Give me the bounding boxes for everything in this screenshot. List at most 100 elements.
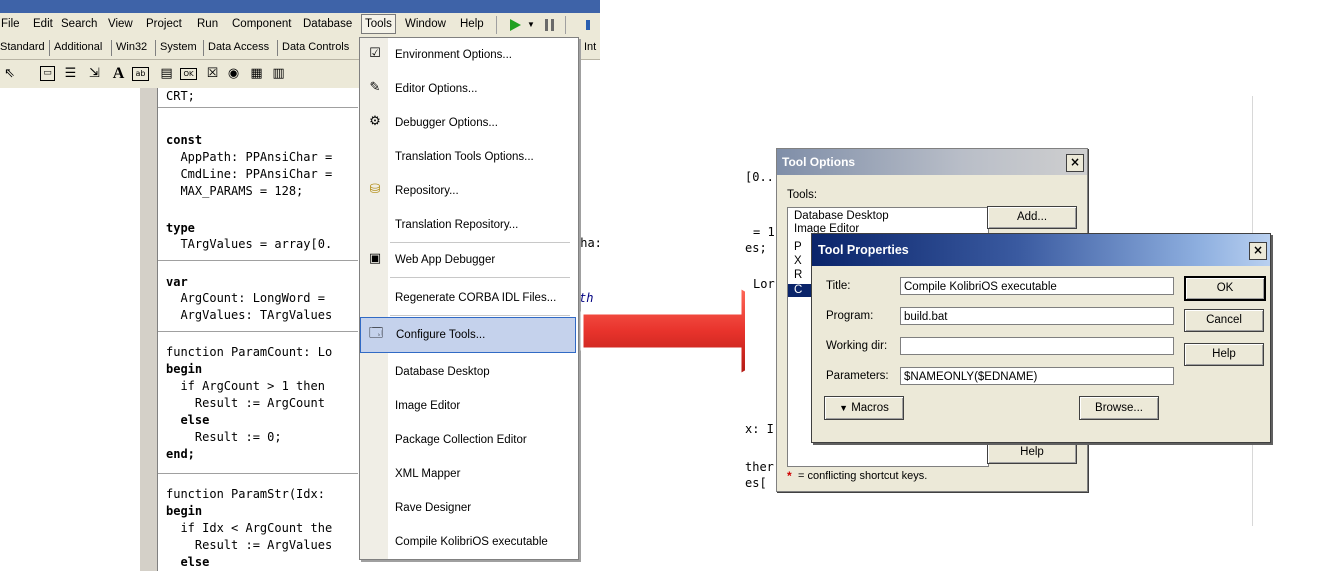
pointer-icon[interactable]: ⇖ xyxy=(1,65,18,82)
code-line: if ArgCount > 1 then xyxy=(166,379,325,393)
popup-menu-icon[interactable]: ⇲ xyxy=(86,65,103,82)
menu-item-debugger-options[interactable]: ⚙ Debugger Options... xyxy=(360,106,576,140)
code-line: else xyxy=(166,413,210,427)
menu-item-translation-repository[interactable]: Translation Repository... xyxy=(360,208,576,242)
repository-icon: ⛁ xyxy=(369,182,381,197)
environment-options-icon: ☑ xyxy=(369,46,381,61)
menu-item-web-app-debugger[interactable]: ▣ Web App Debugger xyxy=(360,243,576,277)
code-peek: Lor xyxy=(753,277,775,291)
ide-menubar: File Edit Search View Project Run Compon… xyxy=(0,13,600,38)
web-app-debugger-icon: ▣ xyxy=(368,251,382,266)
menu-item-database-desktop[interactable]: Database Desktop xyxy=(360,355,576,389)
menu-item-package-collection-editor[interactable]: Package Collection Editor xyxy=(360,423,576,457)
menu-view[interactable]: View xyxy=(108,18,133,30)
cancel-button[interactable]: Cancel xyxy=(1184,309,1264,332)
code-line: function ParamStr(Idx: xyxy=(166,487,325,501)
parameters-field[interactable]: $NAMEONLY($EDNAME) xyxy=(900,367,1174,385)
menu-item-label: Translation Repository... xyxy=(395,219,519,231)
menu-item-configure-tools[interactable]: 🗔 Configure Tools... xyxy=(360,317,576,353)
menu-item-label: Regenerate CORBA IDL Files... xyxy=(395,292,557,304)
tab-data-controls[interactable]: Data Controls xyxy=(282,41,349,53)
menu-search[interactable]: Search xyxy=(61,18,97,30)
tab-additional[interactable]: Additional xyxy=(54,41,102,53)
menu-item-translation-tools-options[interactable]: Translation Tools Options... xyxy=(360,140,576,174)
combobox-icon[interactable]: ▥ xyxy=(270,65,287,82)
ide-titlebar xyxy=(0,0,600,13)
tab-data-access[interactable]: Data Access xyxy=(208,41,269,53)
close-icon[interactable]: × xyxy=(1249,242,1267,260)
browse-button[interactable]: Browse... xyxy=(1079,396,1159,420)
menu-item-compile-kolibrios[interactable]: Compile KolibriOS executable xyxy=(360,525,576,559)
add-button[interactable]: Add... xyxy=(987,206,1077,229)
editor-gutter xyxy=(140,88,158,571)
tab-divider xyxy=(49,40,50,56)
macros-button[interactable]: ▼ Macros xyxy=(824,396,904,420)
run-dropdown-icon[interactable]: ▼ xyxy=(527,20,535,29)
menu-item-regenerate-corba-idl[interactable]: Regenerate CORBA IDL Files... xyxy=(360,281,576,315)
conflict-legend: = conflicting shortcut keys. xyxy=(798,470,928,482)
program-field[interactable]: build.bat xyxy=(900,307,1174,325)
menu-help[interactable]: Help xyxy=(460,18,484,30)
menu-database[interactable]: Database xyxy=(303,18,352,30)
tab-internet-partial[interactable]: Int xyxy=(584,41,596,53)
code-line: begin xyxy=(166,362,203,376)
code-line: Result := 0; xyxy=(166,430,282,444)
menu-item-label: Editor Options... xyxy=(395,83,478,95)
list-item[interactable]: X xyxy=(794,255,802,268)
code-line: Result := ArgCount xyxy=(166,396,325,410)
frame-icon[interactable]: ▭ xyxy=(40,66,55,81)
chevron-down-icon: ▼ xyxy=(839,403,848,413)
menu-edit[interactable]: Edit xyxy=(33,18,53,30)
code-line: begin xyxy=(166,504,203,518)
list-item[interactable]: Database Desktop xyxy=(794,210,889,223)
memo-icon[interactable]: ▤ xyxy=(158,65,175,82)
menu-item-rave-designer[interactable]: Rave Designer xyxy=(360,491,576,525)
tab-divider xyxy=(203,40,204,56)
code-line: TArgValues = array[0. xyxy=(166,237,333,251)
title-field[interactable]: Compile KolibriOS executable xyxy=(900,277,1174,295)
menu-item-xml-mapper[interactable]: XML Mapper xyxy=(360,457,576,491)
tab-win32[interactable]: Win32 xyxy=(116,41,147,53)
menu-tools[interactable]: Tools xyxy=(361,14,396,34)
menu-run[interactable]: Run xyxy=(197,18,218,30)
list-item[interactable]: P xyxy=(794,241,802,254)
working-dir-label: Working dir: xyxy=(826,340,888,352)
run-icon[interactable] xyxy=(508,18,522,32)
working-dir-field[interactable] xyxy=(900,337,1174,355)
menu-file[interactable]: File xyxy=(1,18,20,30)
radio-button-icon[interactable]: ◉ xyxy=(225,65,242,82)
menu-window[interactable]: Window xyxy=(405,18,446,30)
dialog-title: Tool Properties xyxy=(818,243,909,257)
code-line: if Idx < ArgCount the xyxy=(166,521,333,535)
listbox-icon[interactable]: ▦ xyxy=(248,65,265,82)
close-icon[interactable]: × xyxy=(1066,154,1084,172)
button-icon[interactable]: OK xyxy=(180,68,197,80)
tab-standard[interactable]: Standard xyxy=(0,41,45,53)
code-line: end; xyxy=(166,447,195,461)
help-button[interactable]: Help xyxy=(987,441,1077,464)
menu-item-label: Configure Tools... xyxy=(396,329,486,341)
menu-item-image-editor[interactable]: Image Editor xyxy=(360,389,576,423)
menu-item-editor-options[interactable]: ✎ Editor Options... xyxy=(360,72,576,106)
menu-item-repository[interactable]: ⛁ Repository... xyxy=(360,174,576,208)
tab-system[interactable]: System xyxy=(160,41,197,53)
code-line: MAX_PARAMS = 128; xyxy=(166,184,304,198)
help-button[interactable]: Help xyxy=(1184,343,1264,366)
menu-item-label: XML Mapper xyxy=(395,468,461,480)
menu-item-label: Translation Tools Options... xyxy=(395,151,534,163)
menu-component[interactable]: Component xyxy=(232,18,291,30)
menu-project[interactable]: Project xyxy=(146,18,182,30)
code-line: else xyxy=(166,555,210,569)
menu-item-label: Environment Options... xyxy=(395,49,512,61)
list-item[interactable]: R xyxy=(794,269,802,282)
ok-button[interactable]: OK xyxy=(1184,276,1266,301)
main-menu-icon[interactable]: ☰ xyxy=(62,65,79,82)
step-into-icon[interactable] xyxy=(584,18,594,32)
edit-icon[interactable]: ab xyxy=(132,67,149,81)
pause-icon[interactable] xyxy=(543,18,557,32)
checkbox-icon[interactable]: ☒ xyxy=(204,65,221,82)
parameters-label: Parameters: xyxy=(826,370,889,382)
menu-item-environment-options[interactable]: ☑ Environment Options... xyxy=(360,38,576,72)
menu-item-label: Debugger Options... xyxy=(395,117,498,129)
label-icon[interactable]: A xyxy=(110,65,127,82)
